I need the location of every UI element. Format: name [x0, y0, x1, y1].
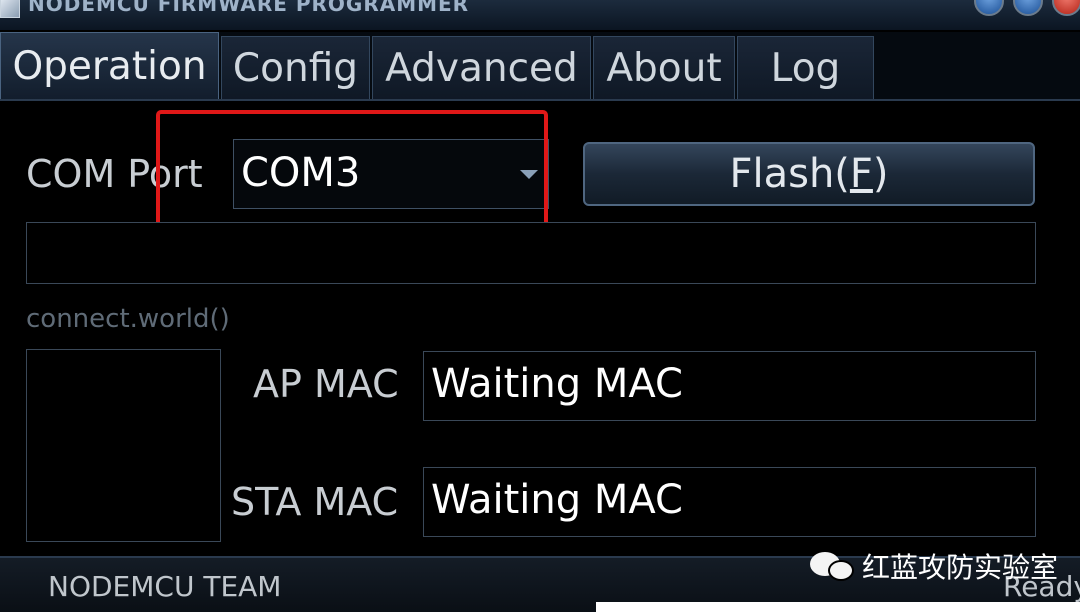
tab-advanced[interactable]: Advanced [372, 36, 591, 100]
tab-log[interactable]: Log [737, 36, 874, 100]
app-icon [0, 0, 20, 18]
sta-mac-field: Waiting MAC [423, 467, 1036, 537]
image-border [596, 602, 1080, 612]
tab-about[interactable]: About [593, 36, 735, 100]
ap-mac-field: Waiting MAC [423, 351, 1036, 421]
wechat-icon [810, 548, 856, 584]
motto-text: connect.world() [26, 304, 230, 334]
close-button[interactable] [1052, 0, 1080, 16]
flash-label-prefix: Flash( [729, 151, 850, 197]
status-team: NODEMCU TEAM [48, 570, 282, 603]
maximize-button[interactable] [1013, 0, 1043, 16]
minimize-button[interactable] [974, 0, 1004, 16]
sta-mac-label: STA MAC [231, 480, 399, 524]
tab-strip: Operation Config Advanced About Log [0, 32, 1080, 100]
title-bar: NODEMCU FIRMWARE PROGRAMMER [0, 0, 1080, 30]
ap-mac-label: AP MAC [253, 362, 399, 406]
progress-field [26, 222, 1036, 284]
tab-operation[interactable]: Operation [0, 32, 219, 100]
window-title: NODEMCU FIRMWARE PROGRAMMER [28, 0, 470, 16]
flash-mnemonic: F [849, 151, 873, 197]
qr-code-box [26, 349, 221, 542]
panel-divider [0, 99, 1080, 101]
flash-label-suffix: ) [872, 151, 889, 197]
flash-button[interactable]: Flash(F) [583, 142, 1035, 206]
watermark: 红蓝攻防实验室 [810, 546, 1058, 586]
watermark-text: 红蓝攻防实验室 [862, 551, 1059, 584]
tab-config[interactable]: Config [221, 36, 370, 100]
